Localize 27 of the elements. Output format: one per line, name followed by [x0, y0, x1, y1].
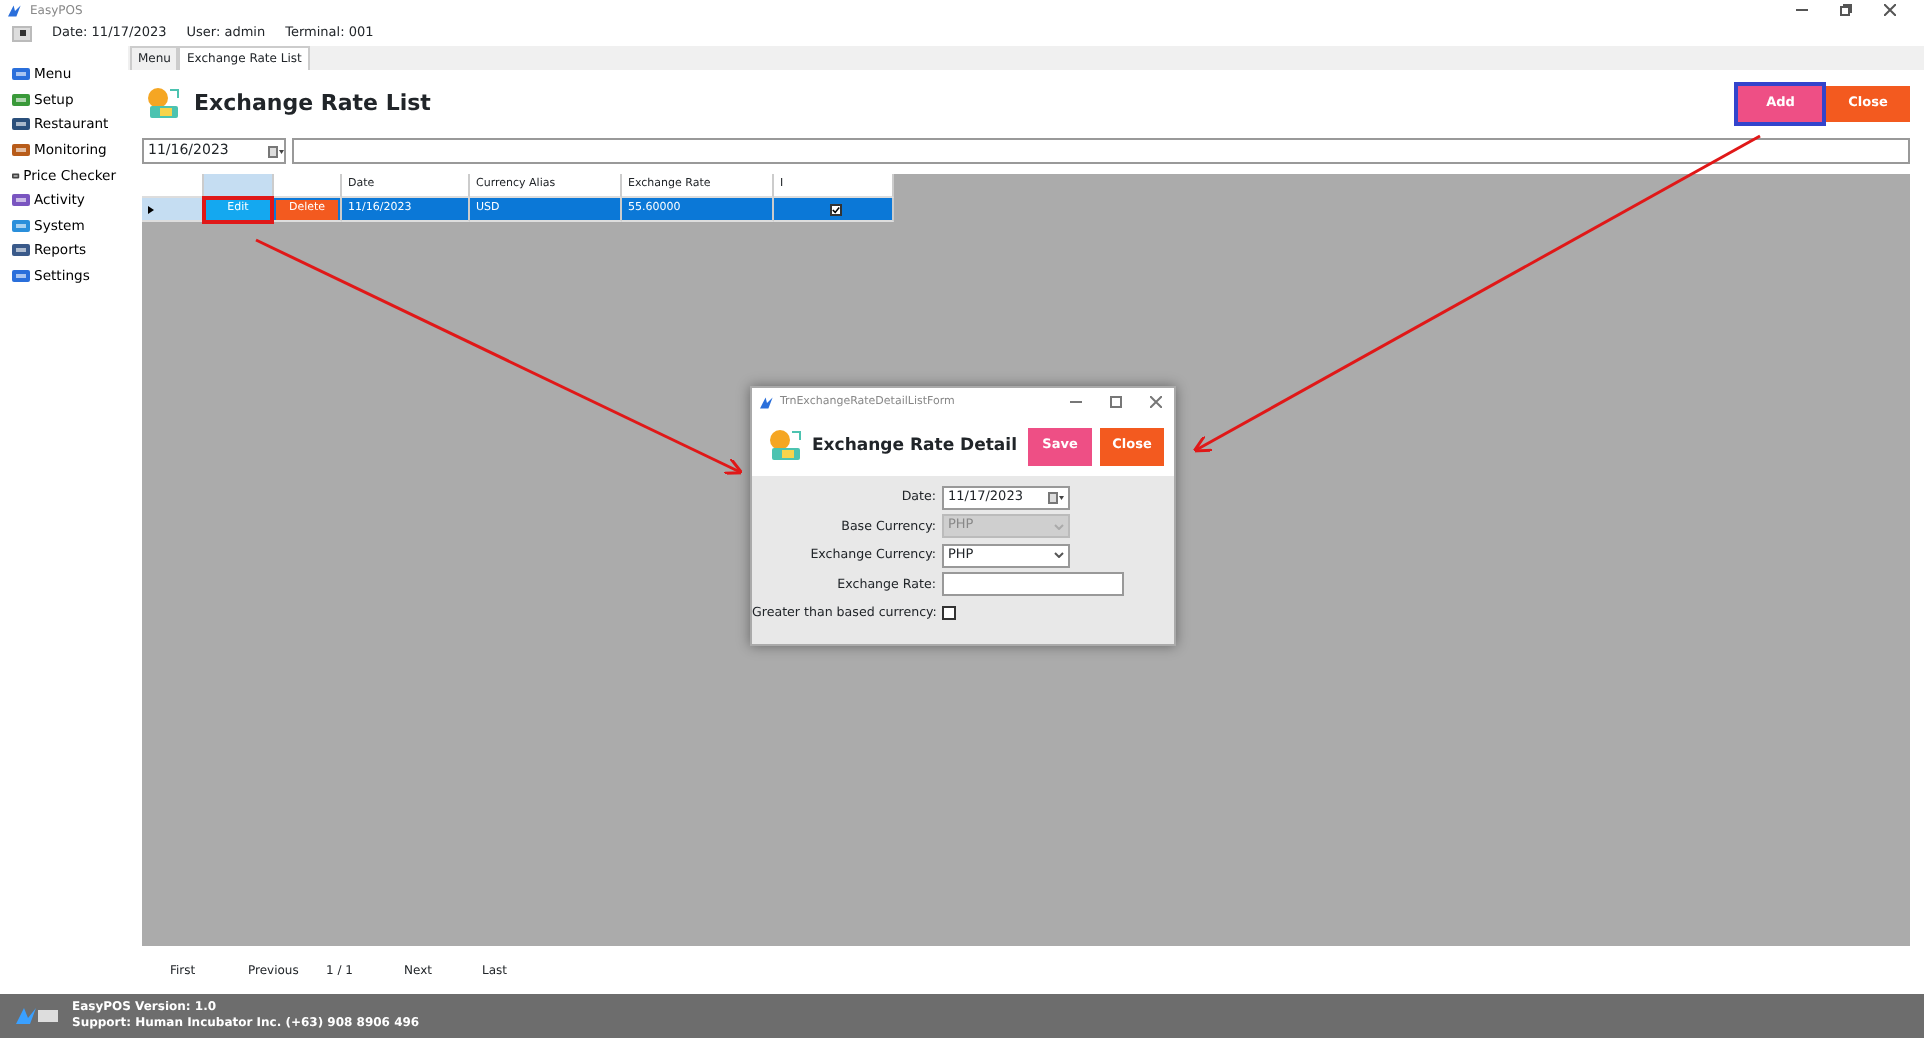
calendar-icon[interactable]	[1048, 491, 1064, 504]
input-field[interactable]	[942, 572, 1124, 597]
dialog-heading: Exchange Rate Detail	[812, 435, 1019, 457]
close-icon[interactable]	[1150, 396, 1162, 408]
app-logo-icon	[760, 395, 774, 409]
row-pointer-icon	[148, 205, 154, 213]
minimize-icon[interactable]	[1070, 396, 1082, 408]
column-header	[274, 174, 342, 198]
company-logo-icon	[16, 1004, 60, 1028]
calendar-icon[interactable]	[268, 145, 284, 157]
money-exchange-icon	[764, 428, 804, 464]
minimize-icon[interactable]	[1796, 4, 1808, 16]
app-logo-icon	[8, 3, 22, 17]
checkbox[interactable]	[942, 606, 956, 621]
chevron-down-icon	[1054, 552, 1064, 559]
column-header	[204, 174, 274, 198]
chevron-down-icon	[1054, 523, 1064, 530]
square-icon	[19, 30, 25, 36]
check-icon	[832, 205, 840, 213]
search-field[interactable]	[292, 138, 1910, 164]
money-exchange-icon	[142, 86, 182, 122]
page-title: Exchange Rate List	[194, 90, 431, 118]
restore-icon[interactable]	[1840, 4, 1852, 16]
row-checkbox[interactable]	[830, 203, 842, 215]
maximize-icon[interactable]	[1110, 396, 1122, 408]
close-icon[interactable]	[1884, 4, 1896, 16]
collapse-button[interactable]	[12, 25, 32, 41]
